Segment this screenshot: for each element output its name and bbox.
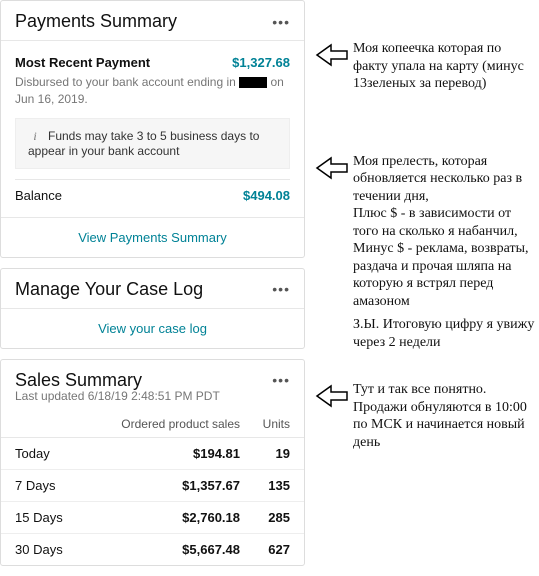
caselog-header: Manage Your Case Log •••: [1, 269, 304, 309]
sales-value: $2,760.18: [120, 510, 240, 525]
sales-value: $1,357.67: [120, 478, 240, 493]
recent-payment-label: Most Recent Payment: [15, 55, 150, 70]
info-box: iFunds may take 3 to 5 business days to …: [15, 118, 290, 169]
sales-value: $194.81: [120, 446, 240, 461]
arrow-left-icon: [315, 383, 349, 409]
redacted-account: [239, 77, 267, 88]
annotation-2-text: Моя прелесть, которая обновляется нескол…: [353, 153, 535, 311]
period: Today: [15, 446, 120, 461]
payments-body: Most Recent Payment $1,327.68 Disbursed …: [1, 41, 304, 217]
annotation-2b-text: З.Ы. Итоговую цифру я увижу через 2 неде…: [315, 316, 535, 351]
annotation-3-text: Тут и так все понятно. Продажи обнуляютс…: [353, 381, 535, 451]
sales-updated: Last updated 6/18/19 2:48:51 PM PDT: [1, 389, 304, 411]
arrow-left-icon: [315, 42, 349, 68]
caselog-card: Manage Your Case Log ••• View your case …: [0, 268, 305, 349]
units-value: 627: [240, 542, 290, 557]
annotation-1: Моя копеечка которая по факту упала на к…: [315, 40, 535, 93]
recent-payment-value: $1,327.68: [232, 55, 290, 70]
period: 7 Days: [15, 478, 120, 493]
payments-footer: View Payments Summary: [1, 217, 304, 257]
caselog-footer: View your case log: [1, 309, 304, 348]
view-payments-link[interactable]: View Payments Summary: [78, 230, 227, 245]
disbursed-text: Disbursed to your bank account ending in…: [15, 74, 290, 108]
units-value: 19: [240, 446, 290, 461]
balance-value: $494.08: [243, 188, 290, 203]
sales-title: Sales Summary: [15, 370, 142, 391]
period: 15 Days: [15, 510, 120, 525]
info-icon: i: [28, 129, 42, 144]
table-row: 15 Days$2,760.18285: [1, 502, 304, 534]
sales-rows: Today$194.81197 Days$1,357.6713515 Days$…: [1, 438, 304, 565]
payments-title: Payments Summary: [15, 11, 177, 32]
table-row: 30 Days$5,667.48627: [1, 534, 304, 565]
table-row: Today$194.8119: [1, 438, 304, 470]
period: 30 Days: [15, 542, 120, 557]
arrow-left-icon: [315, 155, 349, 181]
recent-payment-row: Most Recent Payment $1,327.68: [15, 51, 290, 74]
payments-header: Payments Summary •••: [1, 1, 304, 41]
sales-value: $5,667.48: [120, 542, 240, 557]
sales-card: Sales Summary ••• Last updated 6/18/19 2…: [0, 359, 305, 566]
caselog-title: Manage Your Case Log: [15, 279, 203, 300]
more-icon[interactable]: •••: [272, 281, 290, 297]
table-row: 7 Days$1,357.67135: [1, 470, 304, 502]
more-icon[interactable]: •••: [272, 372, 290, 388]
info-text: Funds may take 3 to 5 business days to a…: [28, 129, 259, 158]
view-caselog-link[interactable]: View your case log: [98, 321, 207, 336]
units-value: 285: [240, 510, 290, 525]
annotation-2: Моя прелесть, которая обновляется нескол…: [315, 153, 535, 311]
more-icon[interactable]: •••: [272, 14, 290, 30]
units-value: 135: [240, 478, 290, 493]
col-units: Units: [240, 417, 290, 431]
sales-columns: Ordered product sales Units: [1, 411, 304, 438]
payments-card: Payments Summary ••• Most Recent Payment…: [0, 0, 305, 258]
balance-label: Balance: [15, 188, 62, 203]
annotation-3: Тут и так все понятно. Продажи обнуляютс…: [315, 381, 535, 451]
balance-row: Balance $494.08: [15, 179, 290, 207]
col-sales: Ordered product sales: [120, 417, 240, 431]
annotation-1-text: Моя копеечка которая по факту упала на к…: [353, 40, 535, 93]
